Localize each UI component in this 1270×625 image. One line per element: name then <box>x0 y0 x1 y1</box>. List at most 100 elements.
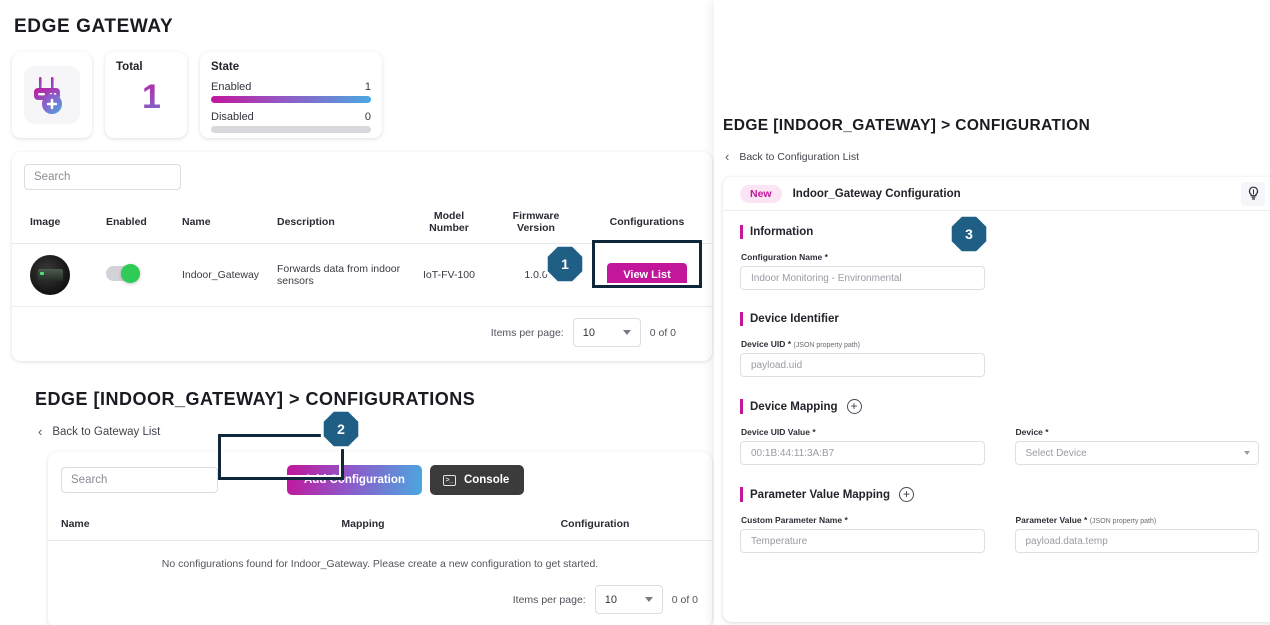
configuration-form-panel: EDGE [INDOOR_GATEWAY] > CONFIGURATION ‹ … <box>714 0 1270 625</box>
configurations-paginator: Items per page: 10 0 of 0 <box>48 574 712 625</box>
items-per-page-value: 10 <box>582 326 595 339</box>
cfg-col-configuration: Configuration <box>478 508 712 541</box>
add-parameter-mapping-icon[interactable]: + <box>898 487 914 502</box>
configurations-section-title: EDGE [INDOOR_GATEWAY] > CONFIGURATIONS <box>35 389 476 409</box>
cell-description: Forwards data from indoor sensors <box>273 243 408 307</box>
configurations-empty-message: No configurations found for Indoor_Gatew… <box>161 558 599 570</box>
col-description: Description <box>273 201 408 244</box>
page-title: EDGE GATEWAY <box>14 16 174 37</box>
console-button-label: Console <box>463 474 510 486</box>
terminal-icon: >_ <box>442 474 456 486</box>
device-uid-label-text: Device UID * <box>741 339 792 349</box>
configuration-page-title: EDGE [INDOOR_GATEWAY] > CONFIGURATION <box>723 117 1091 134</box>
state-disabled-name: Disabled <box>211 111 254 123</box>
console-button[interactable]: >_ Console <box>429 465 525 495</box>
parameter-value-hint: (JSON property path) <box>1089 518 1157 525</box>
configurations-table: Name Mapping Configuration No configurat… <box>48 508 712 574</box>
state-enabled-value: 1 <box>364 81 371 93</box>
state-row-disabled: Disabled 0 <box>211 111 371 123</box>
col-fw-line1: Firmware <box>512 210 560 222</box>
app-root: EDGE GATEWAY Total 1 State Enabled 1 Dis… <box>0 0 1270 625</box>
parameter-value-label: Parameter Value * (JSON property path) <box>1016 515 1260 525</box>
section-device-identifier-header: Device Identifier <box>740 312 1259 326</box>
cell-image <box>12 243 102 307</box>
chevron-down-icon <box>622 330 631 335</box>
back-to-gateway-list-link[interactable]: ‹ Back to Gateway List <box>38 424 714 439</box>
edge-gateway-add-icon <box>24 66 80 124</box>
section-parameter-value-mapping-title: Parameter Value Mapping <box>750 488 890 501</box>
device-uid-label: Device UID * (JSON property path) <box>741 339 985 349</box>
device-uid-hint: (JSON property path) <box>793 342 860 349</box>
configuration-form-header: New Indoor_Gateway Configuration <box>723 177 1270 211</box>
state-enabled-name: Enabled <box>211 81 252 93</box>
state-card: State Enabled 1 Disabled 0 <box>200 52 382 138</box>
add-device-mapping-icon[interactable]: + <box>846 399 862 414</box>
col-name: Name <box>178 201 273 244</box>
col-firmware-version: Firmware Version <box>490 201 582 244</box>
section-device-identifier-title: Device Identifier <box>750 313 839 325</box>
configuration-name-label: Configuration Name * <box>741 252 828 262</box>
state-enabled-bar <box>211 96 371 103</box>
chevron-left-icon: ‹ <box>725 149 730 164</box>
col-fw-line2: Version <box>517 222 555 234</box>
device-select-label: Device * <box>1015 427 1049 437</box>
cfg-items-per-page-label: Items per page: <box>512 593 586 606</box>
configurations-search-input[interactable]: Search <box>61 467 218 493</box>
chevron-left-icon: ‹ <box>38 424 43 439</box>
items-per-page-select[interactable]: 10 <box>572 318 641 347</box>
device-image-glyph <box>37 269 63 281</box>
total-label: Total <box>116 61 143 73</box>
back-to-configuration-list-label: Back to Configuration List <box>739 150 859 163</box>
configurations-table-card: Search Add Configuration >_ Console Name… <box>48 452 712 625</box>
col-configurations: Configurations <box>582 201 712 244</box>
section-device-mapping-title: Device Mapping <box>750 400 838 413</box>
section-parameter-value-mapping-header: Parameter Value Mapping + <box>740 487 1259 502</box>
cfg-page-range-label: 0 of 0 <box>671 593 698 606</box>
parameter-value-input[interactable]: payload.data.temp <box>1014 529 1259 553</box>
gateway-icon-card <box>12 52 92 138</box>
col-model-number: Model Number <box>408 201 490 244</box>
section-device-mapping-header: Device Mapping + <box>740 399 1259 414</box>
gateway-search-input[interactable]: Search <box>24 164 181 190</box>
cell-model-number: IoT-FV-100 <box>408 243 490 307</box>
chevron-down-icon <box>644 597 653 602</box>
total-card: Total 1 <box>105 52 187 138</box>
col-model-line1: Model <box>433 210 465 222</box>
configurations-toolbar: Search Add Configuration >_ Console <box>48 465 712 495</box>
state-label: State <box>211 61 240 73</box>
table-header-row: Image Enabled Name Description Model Num… <box>12 201 712 244</box>
cfg-items-per-page-select[interactable]: 10 <box>594 585 663 614</box>
parameter-value-label-text: Parameter Value * <box>1015 515 1088 525</box>
device-thumbnail <box>30 255 70 295</box>
total-value: 1 <box>116 78 187 117</box>
section-information-title: Information <box>750 226 814 238</box>
col-image: Image <box>12 201 102 244</box>
col-enabled: Enabled <box>102 201 178 244</box>
device-uid-value-input[interactable]: 00:1B:44:11:3A:B7 <box>740 441 985 465</box>
lightbulb-icon[interactable] <box>1241 181 1265 206</box>
configurations-header-row: Name Mapping Configuration <box>48 508 712 541</box>
device-select-value: Select Device <box>1025 447 1087 459</box>
custom-parameter-name-label: Custom Parameter Name * <box>741 515 848 525</box>
items-per-page-label: Items per page: <box>490 326 564 339</box>
gateway-paginator: Items per page: 10 0 of 0 <box>12 307 712 361</box>
cfg-items-per-page-value: 10 <box>604 593 617 606</box>
configurations-empty-row: No configurations found for Indoor_Gatew… <box>48 541 712 575</box>
state-row-enabled: Enabled 1 <box>211 81 371 93</box>
section-information-header: Information <box>740 225 1259 239</box>
cell-enabled <box>102 243 178 307</box>
chevron-down-icon <box>1244 451 1250 455</box>
cfg-col-name: Name <box>48 508 248 541</box>
configuration-form-body: Information Configuration Name * Indoor … <box>723 211 1270 553</box>
col-model-line2: Number <box>429 222 469 234</box>
device-select[interactable]: Select Device <box>1014 441 1259 465</box>
custom-parameter-name-input[interactable]: Temperature <box>740 529 985 553</box>
status-badge: New <box>740 184 782 203</box>
enabled-toggle[interactable] <box>106 264 140 283</box>
gateway-list-panel: EDGE GATEWAY Total 1 State Enabled 1 Dis… <box>0 0 714 625</box>
back-to-configuration-list-link[interactable]: ‹ Back to Configuration List <box>725 149 1270 164</box>
configuration-form-card: New Indoor_Gateway Configuration Informa… <box>723 177 1270 622</box>
summary-cards: Total 1 State Enabled 1 Disabled 0 <box>12 52 714 138</box>
configuration-name-input[interactable]: Indoor Monitoring - Environmental <box>740 266 985 290</box>
device-uid-input[interactable]: payload.uid <box>740 353 985 377</box>
